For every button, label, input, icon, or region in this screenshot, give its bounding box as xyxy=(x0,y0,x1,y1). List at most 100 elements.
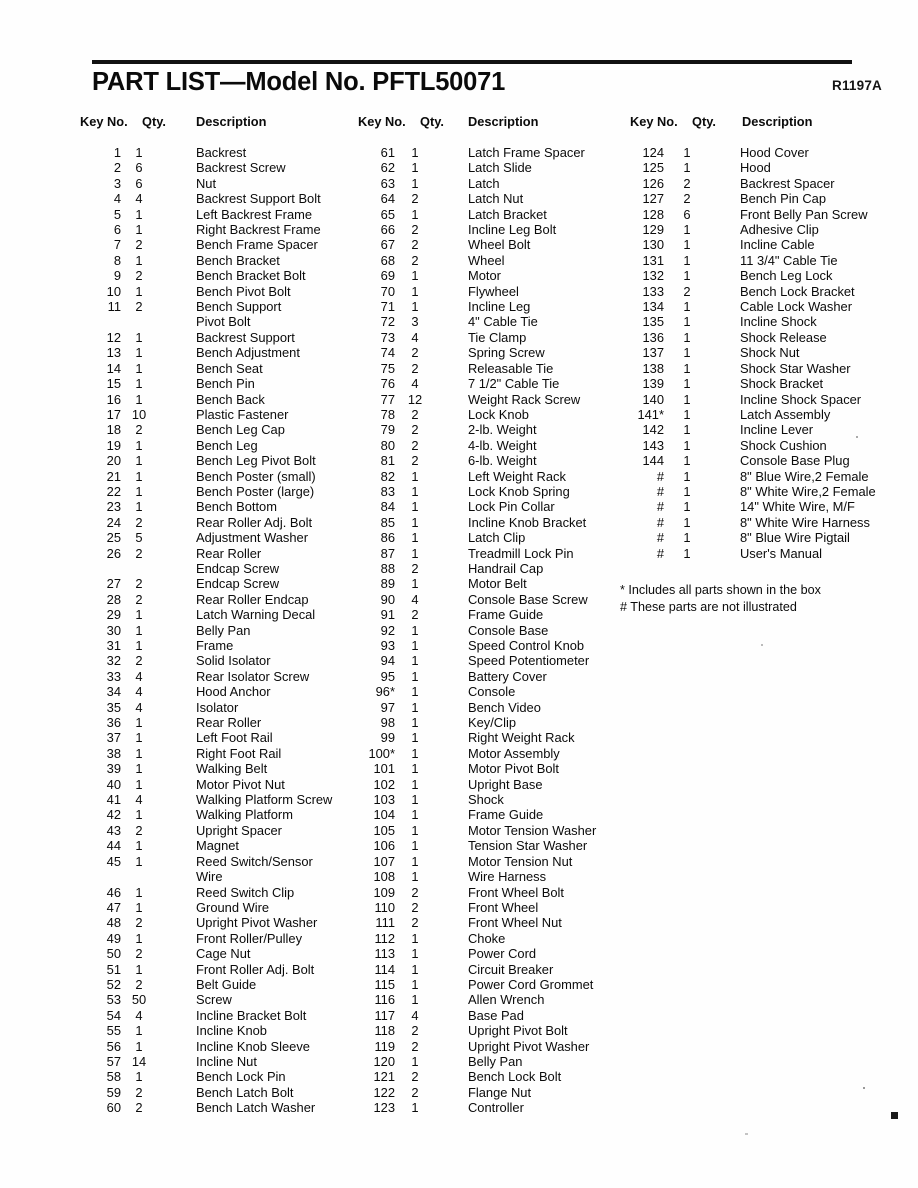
part-quantity: 1 xyxy=(411,838,419,854)
part-key-number: 15 xyxy=(106,376,121,392)
part-key-number: 80 xyxy=(380,437,395,453)
part-quantity: 2 xyxy=(135,915,143,931)
part-row: 45 1 Reed Switch/Sensor xyxy=(0,854,313,869)
part-quantity: 1 xyxy=(683,222,691,238)
part-description: Upright Pivot Washer xyxy=(468,1038,590,1054)
footnotes: * Includes all parts shown in the box # T… xyxy=(620,582,910,615)
part-quantity: 4 xyxy=(135,668,143,684)
part-quantity: 10 xyxy=(131,406,147,422)
part-key-number: 33 xyxy=(106,668,121,684)
part-quantity: 2 xyxy=(411,453,419,469)
part-quantity: 1 xyxy=(683,391,691,407)
part-quantity: 1 xyxy=(683,422,691,438)
part-key-number: 34 xyxy=(106,684,121,700)
page-title: PART LIST—Model No. PFTL50071 xyxy=(92,68,506,96)
part-key-number: 98 xyxy=(380,715,395,731)
part-key-number: 40 xyxy=(106,776,121,792)
part-key-number: # xyxy=(656,468,664,484)
part-quantity: 1 xyxy=(411,807,419,823)
part-row: 129 1 Adhesive Clip xyxy=(542,222,918,237)
part-row: 13 1 Bench Adjustment xyxy=(0,345,300,361)
part-row: 137 1 Shock Nut xyxy=(542,345,918,360)
part-key-number: 36 xyxy=(106,715,121,731)
part-row: 57 14 Incline Nut xyxy=(0,1054,270,1069)
part-quantity: 1 xyxy=(411,792,419,808)
part-row: 27 2 Endcap Screw xyxy=(0,576,279,591)
part-row: 97 1 Bench Video xyxy=(270,700,542,715)
part-quantity: 1 xyxy=(411,576,419,592)
part-description: Console Base Screw xyxy=(468,591,588,607)
part-row: 9 2 Bench Bracket Bolt xyxy=(0,268,306,283)
part-description: Incline Leg xyxy=(468,299,531,315)
part-key-number: 131 xyxy=(642,252,664,268)
part-key-number: 140 xyxy=(642,391,664,407)
part-row: 136 1 Shock Release xyxy=(542,330,918,345)
part-key-number: 136 xyxy=(642,329,664,345)
part-row: 90 4 Console Base Screw xyxy=(270,592,588,607)
part-row: 52 2 Belt Guide xyxy=(0,977,270,992)
part-column-2: 61 1 Latch Frame Spacer 62 1 Latch Slide 63 1 La… xyxy=(270,145,596,1116)
part-key-number: 25 xyxy=(106,530,121,546)
part-row: 2 6 Backrest Screw xyxy=(0,160,286,175)
part-description: Bench Seat xyxy=(196,360,263,376)
part-quantity: 1 xyxy=(411,1053,419,1069)
part-key-number: 63 xyxy=(380,175,395,191)
part-description: Bench Support xyxy=(196,299,282,315)
part-row: 55 1 Incline Knob xyxy=(0,1023,270,1038)
part-key-number: 86 xyxy=(380,530,395,546)
part-quantity: 12 xyxy=(407,391,423,407)
part-quantity: 1 xyxy=(411,992,419,1008)
part-key-number: 57 xyxy=(106,1053,121,1069)
part-row: 22 1 Bench Poster (large) xyxy=(0,484,315,499)
part-row: 96* 1 Console xyxy=(270,684,542,699)
part-row: 59 2 Bench Latch Bolt xyxy=(0,1084,294,1100)
part-key-number: 125 xyxy=(642,160,664,176)
part-key-number: # xyxy=(656,514,664,530)
part-key-number: 135 xyxy=(642,314,664,330)
part-key-number: 43 xyxy=(106,822,121,838)
part-description: Hood Cover xyxy=(740,145,809,160)
part-description: 8" Blue Wire,2 Female xyxy=(740,468,869,484)
part-quantity: 1 xyxy=(411,699,419,715)
part-row: 125 1 Hood xyxy=(542,160,918,175)
part-key-number: 17 xyxy=(106,406,121,422)
part-quantity: 1 xyxy=(411,283,419,299)
part-row: 5 1 Left Backrest Frame xyxy=(0,206,312,222)
part-row: 64 2 Latch Nut xyxy=(270,191,542,206)
part-row: 66 2 Incline Leg Bolt xyxy=(270,222,557,237)
part-description: Bench Pin xyxy=(196,376,255,392)
part-quantity: 1 xyxy=(135,345,143,361)
part-key-number: 138 xyxy=(642,360,664,376)
part-key-number: 100* xyxy=(368,745,395,761)
part-description: Flywheel xyxy=(468,283,519,299)
part-row: 58 1 Bench Lock Pin xyxy=(0,1069,286,1084)
part-row: 39 1 Walking Belt xyxy=(0,761,270,776)
part-row: 42 1 Walking Platform xyxy=(0,807,293,823)
part-key-number: 59 xyxy=(106,1084,121,1100)
part-key-number: 5 xyxy=(113,206,121,222)
part-key-number: 28 xyxy=(106,591,121,607)
part-key-number: 118 xyxy=(374,1023,395,1039)
part-row: 81 2 6-lb. Weight xyxy=(270,453,542,468)
part-key-number: 55 xyxy=(106,1023,121,1039)
column-header-description-1: Description xyxy=(196,114,267,129)
part-list-page: PART LIST—Model No. PFTL50071 R1197A Key… xyxy=(0,0,918,1188)
part-key-number: # xyxy=(656,499,664,515)
part-key-number: # xyxy=(656,530,664,546)
part-description: Bench Bracket xyxy=(196,252,280,268)
part-quantity: 2 xyxy=(135,1100,143,1116)
part-key-number: 53 xyxy=(106,992,121,1008)
part-description: Speed Control Knob xyxy=(468,638,585,653)
part-quantity: 1 xyxy=(411,268,419,284)
part-description: Bench Video xyxy=(468,699,541,715)
part-quantity: 4 xyxy=(135,684,143,700)
part-description: Battery Cover xyxy=(468,668,547,684)
part-description: Left Foot Rail xyxy=(196,730,273,746)
part-quantity: 2 xyxy=(411,1084,419,1100)
part-quantity: 1 xyxy=(135,807,143,823)
part-quantity: 2 xyxy=(135,545,143,561)
part-row: 92 1 Console Base xyxy=(270,623,549,638)
part-description: 8" White Wire Harness xyxy=(740,514,870,530)
part-key-number: 49 xyxy=(106,930,121,946)
part-key-number: 113 xyxy=(374,946,395,962)
